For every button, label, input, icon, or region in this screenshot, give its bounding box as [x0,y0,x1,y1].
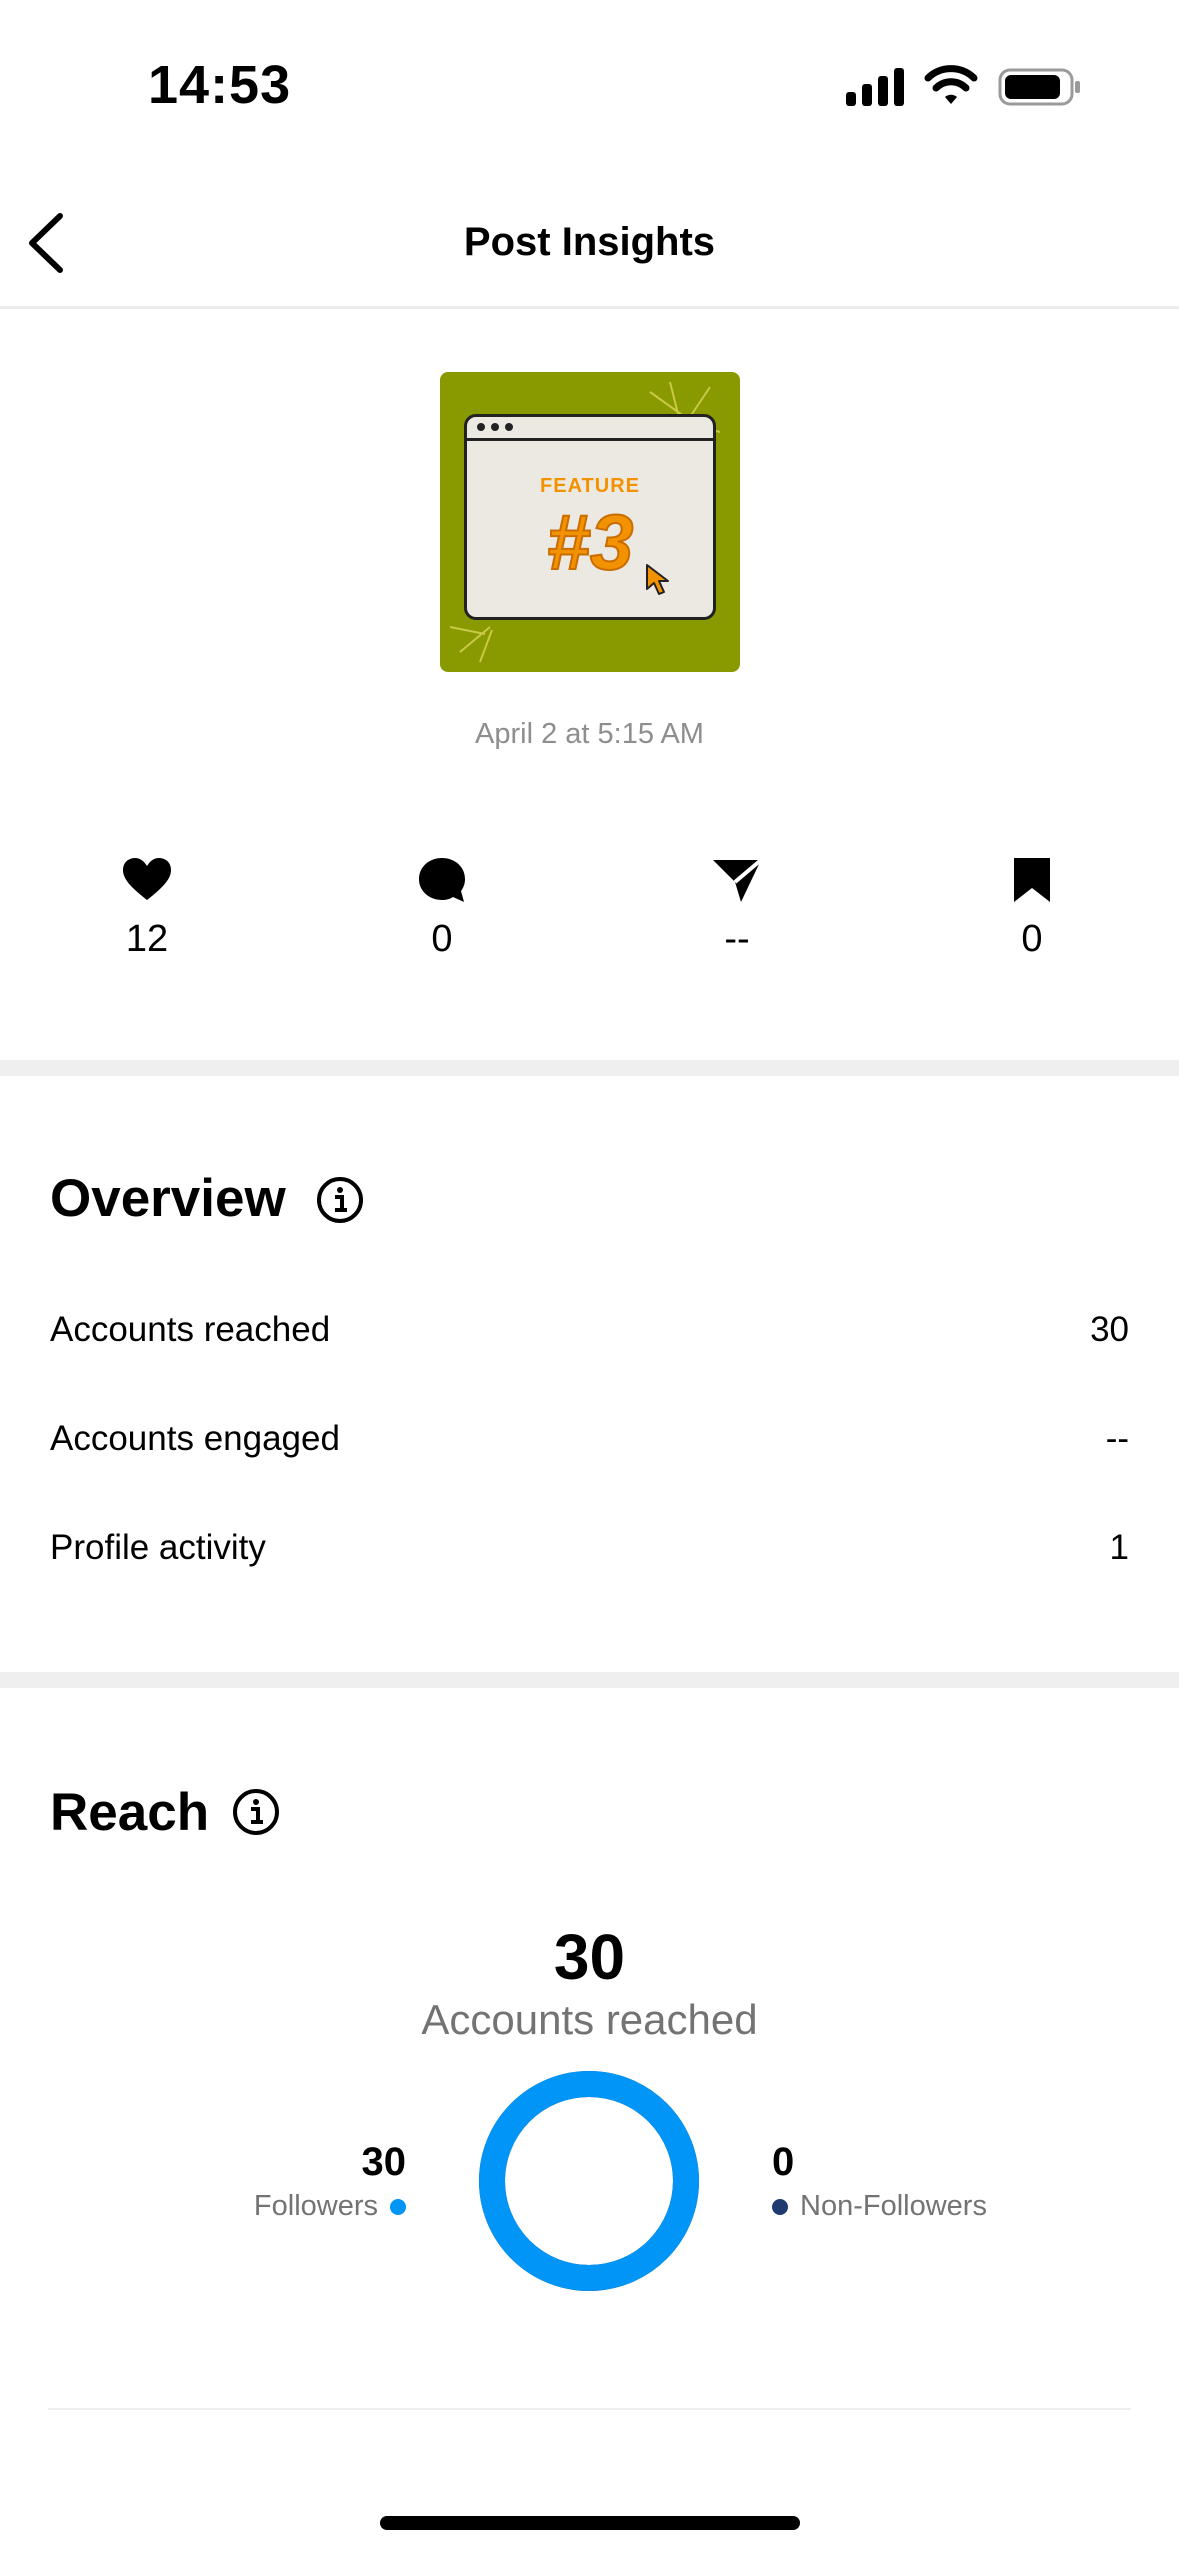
heart-icon [123,858,171,900]
reach-title: Reach [50,1783,210,1842]
overview-row-label: Profile activity [50,1528,266,1567]
followers-label: Followers [253,2190,378,2222]
saves-metric: 0 [932,856,1132,961]
non-followers-legend-dot [772,2198,788,2215]
reach-donut-chart [479,2071,699,2291]
overview-row-label: Accounts engaged [50,1419,340,1458]
followers-legend: Followers [254,2190,406,2223]
cursor-icon [646,564,669,595]
section-separator [0,1672,1179,1688]
post-thumbnail[interactable]: FEATURE #3 [440,372,740,672]
section-separator [0,1060,1179,1076]
header-divider [0,306,1179,309]
overview-row-value: -- [1105,1419,1129,1458]
section-divider [48,2408,1131,2410]
share-icon [713,858,763,902]
reach-total: 30 [553,1921,626,1993]
non-followers-label: Non-Followers [800,2190,987,2222]
overview-title: Overview [50,1169,286,1228]
wifi-icon [924,65,978,104]
overview-row-label: Accounts reached [50,1310,331,1349]
post-date: April 2 at 5:15 AM [475,718,704,750]
likes-metric: 12 [47,856,247,961]
browser-window-graphic: FEATURE #3 [464,414,716,620]
thumbnail-label: FEATURE [540,475,640,497]
info-icon[interactable] [232,1788,280,1836]
followers-value: 30 [361,2140,407,2184]
reach-total-label: Accounts reached [421,1996,758,2043]
comment-icon [419,858,465,902]
bookmark-icon [1014,858,1050,902]
page-title: Post Insights [463,220,716,264]
overview-row-value: 30 [1090,1310,1129,1349]
overview-row-value: 1 [1109,1528,1129,1567]
non-followers-legend: Non-Followers [772,2190,987,2223]
home-indicator [380,2516,800,2530]
battery-icon [998,68,1080,106]
followers-legend-dot [390,2198,406,2215]
non-followers-value: 0 [772,2140,795,2184]
thumbnail-number: #3 [546,497,635,587]
status-time: 14:53 [148,55,292,115]
shares-metric: -- [637,856,837,961]
comments-metric: 0 [342,856,542,961]
info-icon[interactable] [316,1176,364,1224]
cellular-signal-icon [846,66,906,106]
followers-arc [479,2071,699,2291]
